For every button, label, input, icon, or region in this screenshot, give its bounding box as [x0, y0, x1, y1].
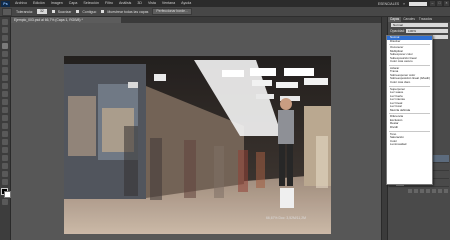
menu-separator [389, 85, 430, 87]
menu-separator [389, 113, 430, 115]
eraser-tool-icon[interactable] [2, 99, 8, 105]
delete-layer-icon[interactable] [444, 189, 448, 193]
menu-separator [389, 44, 430, 46]
eyedropper-tool-icon[interactable] [2, 59, 8, 65]
document-tab-title: Ejemplo_003.psd al 66,7% (Capa 1, RGB/8)… [14, 18, 83, 22]
menu-view[interactable]: Vista [145, 0, 159, 7]
app-logo: Ps [1, 0, 10, 7]
blend-mode-option[interactable]: Luminosidad [387, 143, 432, 147]
blur-tool-icon[interactable] [2, 115, 8, 121]
tolerance-field[interactable]: 32 [36, 9, 47, 14]
dodge-tool-icon[interactable] [2, 123, 8, 129]
mall-photo [64, 56, 331, 234]
blend-mode-option[interactable]: Color más claro [387, 81, 432, 85]
marquee-tool-icon[interactable] [2, 27, 8, 33]
close-window-button[interactable]: × [444, 1, 449, 6]
background-color-swatch[interactable] [4, 191, 11, 198]
menu-help[interactable]: Ayuda [178, 0, 194, 7]
opacity-label: Opacidad: [390, 29, 406, 33]
menu-separator [389, 64, 430, 66]
blend-mode-option[interactable]: Mezcla definida [387, 109, 432, 113]
quick-mask-icon[interactable] [2, 199, 8, 205]
adjustment-layer-icon[interactable] [426, 189, 430, 193]
blend-mode-option[interactable]: Color más oscuro [387, 60, 432, 64]
pen-tool-icon[interactable] [2, 131, 8, 137]
menu-window[interactable]: Ventana [159, 0, 178, 7]
help-search-field[interactable] [409, 1, 427, 6]
workspace-switcher[interactable]: ESENCIALES [376, 2, 401, 6]
history-brush-tool-icon[interactable] [2, 91, 8, 97]
color-swatches[interactable] [1, 188, 11, 198]
zoom-readout[interactable]: 66,67% [266, 216, 278, 220]
maximize-button[interactable]: □ [437, 1, 442, 6]
doc-size: Doc: 3,52M/11,2M [278, 216, 306, 220]
tolerance-label: Tolerancia: [16, 9, 33, 14]
opacity-field[interactable]: 100% [406, 29, 448, 33]
link-layers-icon[interactable] [408, 189, 412, 193]
tool-preset-picker[interactable] [2, 7, 12, 16]
hand-tool-icon[interactable] [2, 171, 8, 177]
brush-tool-icon[interactable] [2, 75, 8, 81]
layer-mask-icon[interactable] [420, 189, 424, 193]
type-tool-icon[interactable] [2, 139, 8, 145]
clone-stamp-tool-icon[interactable] [2, 83, 8, 89]
all-layers-label: Muestrear todas las capas [107, 9, 149, 14]
menu-edit[interactable]: Edición [30, 0, 48, 7]
minimize-button[interactable]: – [430, 1, 435, 6]
magic-wand-tool-icon[interactable] [2, 43, 8, 49]
options-bar: Tolerancia: 32 Suavizar Contiguo Muestre… [0, 7, 450, 17]
menu-file[interactable]: Archivo [12, 0, 30, 7]
tools-panel [0, 17, 11, 240]
tab-paths[interactable]: Trazados [417, 17, 434, 22]
blend-mode-option[interactable]: Dividir [387, 126, 432, 130]
blend-mode-option[interactable]: Disolver [387, 40, 432, 44]
healing-brush-tool-icon[interactable] [2, 67, 8, 73]
all-layers-checkbox[interactable] [101, 10, 105, 13]
menu-separator [389, 130, 430, 132]
tab-layers[interactable]: Capas [388, 17, 402, 22]
tab-channels[interactable]: Canales [401, 17, 417, 22]
workspace-more[interactable]: » [401, 2, 407, 6]
antialias-label: Suavizar [57, 9, 72, 14]
new-group-icon[interactable] [432, 189, 436, 193]
layer-style-icon[interactable] [414, 189, 418, 193]
lasso-tool-icon[interactable] [2, 35, 8, 41]
menu-select[interactable]: Selección [80, 0, 102, 7]
menu-layer[interactable]: Capa [66, 0, 81, 7]
layer-buttons [389, 189, 449, 193]
menu-image[interactable]: Imagen [48, 0, 66, 7]
menu-3d[interactable]: 3D [134, 0, 145, 7]
menu-analysis[interactable]: Análisis [116, 0, 134, 7]
shape-tool-icon[interactable] [2, 155, 8, 161]
contiguous-checkbox[interactable] [76, 10, 80, 13]
new-layer-icon[interactable] [438, 189, 442, 193]
blend-mode-dropdown[interactable]: Normal Disolver Oscurecer Multiplicar Subexp… [386, 35, 433, 185]
contiguous-label: Contiguo [82, 9, 97, 14]
antialias-checkbox[interactable] [51, 10, 55, 13]
refine-edge-button[interactable]: Perfeccionar borde... [152, 8, 192, 15]
path-selection-tool-icon[interactable] [2, 147, 8, 153]
crop-tool-icon[interactable] [2, 51, 8, 57]
menu-filter[interactable]: Filtro [102, 0, 116, 7]
document-image[interactable] [64, 56, 331, 234]
gradient-tool-icon[interactable] [2, 107, 8, 113]
menu-bar: Ps Archivo Edición Imagen Capa Selección… [0, 0, 450, 7]
status-bar: 66,67% Doc: 3,52M/11,2M [266, 216, 332, 224]
zoom-tool-icon[interactable] [2, 179, 8, 185]
blend-mode-select[interactable]: Normal [391, 23, 448, 27]
menubar-right: ESENCIALES » – □ × [376, 1, 450, 6]
move-tool-icon[interactable] [2, 19, 8, 25]
3d-rotate-tool-icon[interactable] [2, 163, 8, 169]
